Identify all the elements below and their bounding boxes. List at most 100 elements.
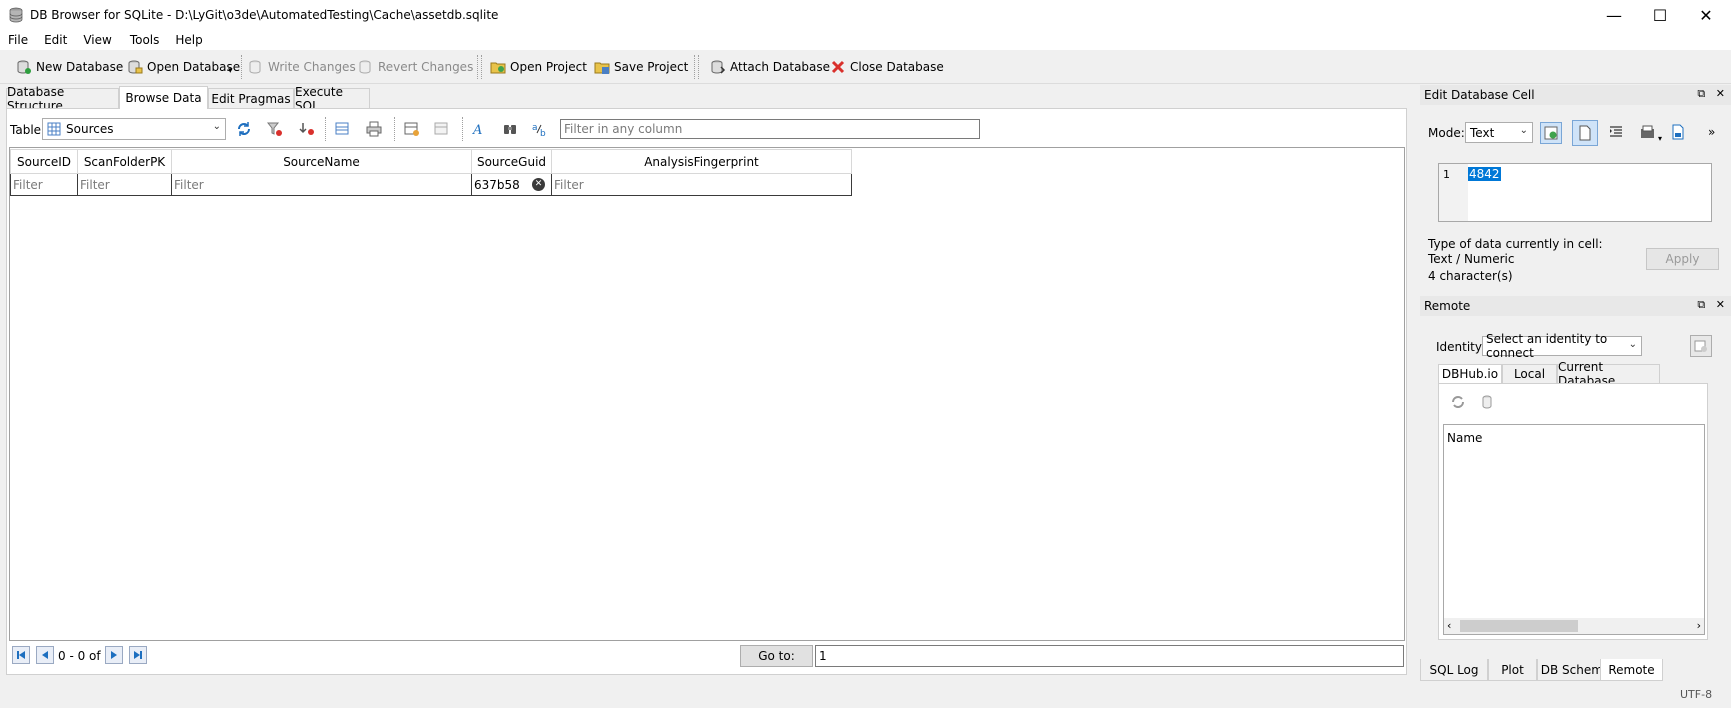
text-format-button[interactable]: A (470, 119, 490, 139)
identity-settings-button[interactable] (1690, 335, 1712, 357)
edit-cell-title: Edit Database Cell (1424, 88, 1535, 102)
minimize-button[interactable]: — (1591, 0, 1637, 30)
remote-tree-view[interactable]: Name ‹ › (1443, 424, 1705, 635)
toolbar-separator (462, 117, 463, 141)
insert-record-button[interactable] (402, 119, 422, 139)
filter-sourcename[interactable]: Filter (171, 173, 472, 196)
horizontal-scrollbar[interactable]: ‹ › (1444, 618, 1704, 634)
auto-switch-mode-button[interactable] (1540, 122, 1562, 144)
goto-button[interactable]: Go to: (740, 645, 813, 667)
goto-input[interactable]: 1 (815, 645, 1404, 667)
bottom-tab-remote[interactable]: Remote (1600, 659, 1663, 681)
maximize-button[interactable]: ☐ (1637, 0, 1683, 30)
remote-tab-local[interactable]: Local (1502, 364, 1557, 384)
save-project-label: Save Project (614, 60, 689, 74)
clear-filters-button[interactable] (265, 119, 285, 139)
export-file-button[interactable] (1668, 122, 1688, 142)
menu-file[interactable]: File (0, 33, 36, 47)
import-dropdown-arrow-icon[interactable]: ▾ (1658, 134, 1662, 143)
close-database-button[interactable]: Close Database (830, 57, 944, 77)
find-button[interactable] (500, 119, 520, 139)
import-icon (1641, 125, 1654, 138)
remote-tab-dbhub[interactable]: DBHub.io (1438, 364, 1502, 384)
global-filter-input[interactable]: Filter in any column (560, 119, 980, 139)
write-changes-button[interactable]: Write Changes (248, 57, 356, 77)
bottom-tab-plot[interactable]: Plot (1488, 659, 1537, 681)
clear-sorting-button[interactable] (297, 119, 317, 139)
menu-tools[interactable]: Tools (120, 33, 168, 47)
indent-button[interactable] (1606, 122, 1626, 142)
import-file-button[interactable] (1638, 122, 1658, 142)
open-database-button[interactable]: Open Database (127, 57, 240, 77)
close-window-button[interactable]: ✕ (1683, 0, 1729, 30)
remote-refresh-button[interactable] (1448, 392, 1468, 412)
filter-sourceid[interactable]: Filter (10, 173, 78, 196)
tab-browse-data[interactable]: Browse Data (119, 86, 208, 109)
clear-filter-icon[interactable]: ✕ (532, 178, 545, 191)
remote-clone-button[interactable] (1478, 392, 1498, 412)
tab-execute-sql[interactable]: Execute SQL (294, 85, 370, 113)
revert-changes-button[interactable]: Revert Changes (358, 57, 473, 77)
attach-database-button[interactable]: Attach Database (710, 57, 830, 77)
filter-analysisfingerprint[interactable]: Filter (551, 173, 852, 196)
menu-edit[interactable]: Edit (36, 33, 75, 47)
previous-record-button[interactable] (36, 646, 54, 664)
table-label: Table: (10, 123, 46, 137)
mode-select[interactable]: Text ⌄ (1465, 122, 1533, 143)
word-wrap-button[interactable] (1572, 120, 1598, 146)
next-record-button[interactable] (105, 646, 123, 664)
find-replace-button[interactable]: ab (530, 119, 550, 139)
open-database-dropdown-arrow-icon[interactable]: ▾ (228, 66, 233, 76)
remote-tab-current-database[interactable]: Current Database (1557, 360, 1660, 388)
close-dock-icon[interactable]: ✕ (1716, 87, 1725, 100)
tab-database-structure[interactable]: Database Structure (6, 85, 119, 113)
last-record-icon (134, 651, 142, 659)
cell-editor[interactable]: 1 4842 (1438, 163, 1712, 222)
delete-record-button[interactable] (432, 119, 452, 139)
encoding-status: UTF-8 (1680, 688, 1713, 701)
bottom-tab-sql-log[interactable]: SQL Log (1420, 659, 1488, 681)
scrollbar-thumb[interactable] (1460, 620, 1578, 632)
column-header-sourcename[interactable]: SourceName (171, 149, 472, 174)
open-project-button[interactable]: Open Project (490, 57, 587, 77)
filter-scanfolderpk[interactable]: Filter (77, 173, 172, 196)
tab-edit-pragmas[interactable]: Edit Pragmas (208, 88, 294, 109)
insert-record-icon (404, 122, 419, 136)
print-button[interactable] (364, 119, 384, 139)
new-database-button[interactable]: New Database (16, 57, 123, 77)
column-header-analysisfingerprint[interactable]: AnalysisFingerprint (551, 149, 852, 174)
refresh-icon (1452, 396, 1464, 408)
column-header-sourceid[interactable]: SourceID (10, 149, 78, 174)
close-dock-icon[interactable]: ✕ (1716, 298, 1725, 311)
scroll-right-icon[interactable]: › (1697, 619, 1701, 632)
table-select[interactable]: Sources ⌄ (42, 118, 226, 140)
filter-row: Filter Filter Filter 637b58 ✕ Filter (10, 173, 852, 196)
float-dock-icon[interactable]: ⧉ (1697, 298, 1705, 311)
open-database-icon (128, 60, 143, 74)
mode-select-value: Text (1470, 125, 1495, 140)
save-table-button[interactable] (333, 119, 353, 139)
column-header-scanfolderpk[interactable]: ScanFolderPK (77, 149, 172, 174)
save-table-icon (335, 122, 349, 135)
identity-select[interactable]: Select an identity to connect ⌄ (1482, 332, 1642, 360)
write-changes-icon (249, 60, 261, 74)
menu-view[interactable]: View (75, 33, 119, 47)
filter-sourceguid[interactable]: 637b58 ✕ (471, 173, 552, 196)
apply-button[interactable]: Apply (1646, 248, 1719, 270)
toolbar-separator (481, 55, 482, 79)
clear-sort-icon (299, 123, 314, 135)
menu-help[interactable]: Help (167, 33, 210, 47)
refresh-button[interactable] (234, 119, 254, 139)
float-dock-icon[interactable]: ⧉ (1697, 87, 1705, 100)
save-project-button[interactable]: Save Project (594, 57, 688, 77)
attach-database-icon (711, 60, 726, 74)
refresh-icon (238, 122, 250, 136)
more-tools-icon[interactable]: » (1708, 125, 1715, 139)
column-header-sourceguid[interactable]: SourceGuid (471, 149, 552, 174)
scroll-left-icon[interactable]: ‹ (1447, 619, 1451, 632)
identity-label: Identity (1436, 340, 1482, 354)
first-record-button[interactable] (12, 646, 30, 664)
database-app-icon (9, 7, 23, 23)
cell-type-info: Type of data currently in cell: Text / N… (1428, 237, 1603, 266)
last-record-button[interactable] (129, 646, 147, 664)
